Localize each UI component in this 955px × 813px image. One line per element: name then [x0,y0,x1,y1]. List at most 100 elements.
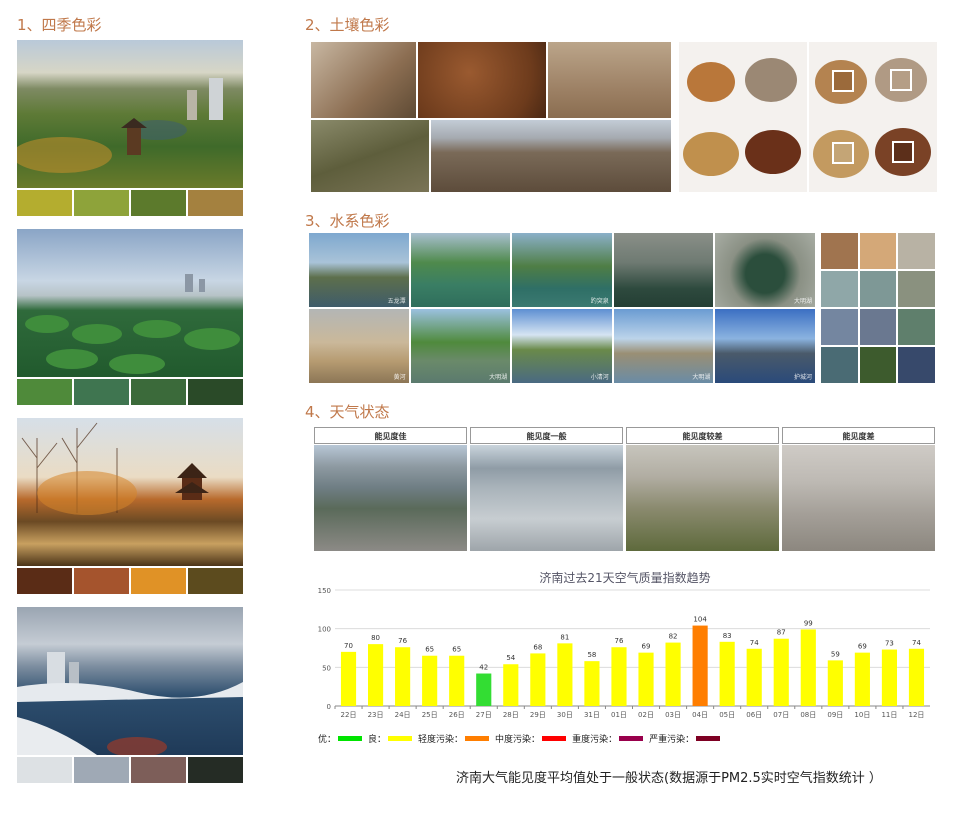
bar [584,661,600,706]
legend-swatch [465,736,490,741]
x-tick-label: 22日 [341,711,357,719]
bar-value-label: 74 [750,639,759,647]
color-swatch [131,190,186,216]
water-caption: 趵突泉 [590,298,609,305]
x-tick-label: 23日 [368,711,384,719]
water-photo: 大明湖 [410,309,511,383]
color-swatch [188,379,243,405]
bar [395,647,411,706]
legend-item: 严重污染： [649,732,721,745]
bar-value-label: 54 [506,654,515,662]
x-tick-label: 24日 [395,711,411,719]
water-photo: 小清河 [512,309,612,383]
color-swatch [188,190,243,216]
bar-value-label: 65 [425,646,434,654]
x-tick-label: 10日 [854,711,870,719]
soil-photo-4 [311,120,429,192]
color-swatch [859,309,897,345]
visibility-label-bad: 能见度差 [782,427,935,444]
bar [503,664,519,706]
water-photo: 黄河 [309,309,409,383]
color-swatch [131,379,186,405]
weather-section-title: 4、天气状态 [305,403,390,421]
bar-value-label: 70 [344,642,353,650]
water-photo-grid: 五龙潭 趵突泉 大明湖 黄河 大明湖 小清河 大明湖 护城河 [309,233,815,383]
bar [746,648,762,706]
soil-color-sample [832,142,854,164]
water-caption: 黄河 [393,374,406,381]
color-swatch [898,271,935,307]
color-swatch [131,568,186,594]
color-swatch [17,757,72,783]
bar [638,652,654,706]
water-photo: 护城河 [715,309,815,383]
color-swatch [898,309,935,345]
water-caption: 五龙潭 [387,298,406,305]
soil-photo-5 [431,120,671,192]
y-tick-label: 150 [318,587,331,595]
soil-pixel-samples [809,42,937,192]
summer-photo [17,229,243,377]
x-tick-label: 26日 [449,711,465,719]
x-tick-label: 12日 [909,711,925,719]
soil-section-title: 2、土壤色彩 [305,16,390,34]
legend-item: 轻度污染： [418,732,490,745]
chart-legend: 优： 良： 轻度污染： 中度污染： 重度污染： 严重污染： [318,732,726,745]
legend-swatch [338,736,363,741]
color-swatch [188,568,243,594]
legend-label: 中度污染： [495,735,541,745]
x-tick-label: 07日 [773,711,789,719]
water-photo: 趵突泉 [512,233,612,307]
season-section-title: 1、四季色彩 [17,16,102,34]
bar-value-label: 81 [560,633,569,641]
legend-swatch [388,736,413,741]
water-caption: 大明湖 [692,374,711,381]
winter-swatches [17,757,243,783]
color-swatch [17,568,72,594]
bar-value-label: 74 [912,639,921,647]
color-swatch [821,271,858,307]
soil-photo-2 [418,42,546,118]
bar [476,673,492,706]
bar [773,638,789,706]
visibility-photo-bad [782,445,935,551]
bar [422,655,438,706]
visibility-label-good: 能见度佳 [314,427,467,444]
bar-value-label: 76 [398,637,407,645]
x-tick-label: 27日 [476,711,492,719]
bar [557,643,573,706]
x-tick-label: 03日 [665,711,681,719]
legend-label: 严重污染： [649,735,695,745]
color-swatch [821,347,858,383]
bar-value-label: 82 [669,633,678,641]
soil-samples-photo [679,42,807,192]
legend-label: 重度污染： [572,735,618,745]
color-swatch [131,757,186,783]
bar-value-label: 83 [723,632,732,640]
color-swatch [17,379,72,405]
color-swatch [859,347,897,383]
visibility-label-average: 能见度一般 [470,427,623,444]
visibility-label-poor: 能见度较差 [626,427,779,444]
bar [827,660,843,706]
legend-item: 重度污染： [572,732,644,745]
x-tick-label: 06日 [746,711,762,719]
bar-value-label: 76 [615,637,624,645]
y-tick-label: 50 [322,664,331,672]
bar [665,642,681,706]
bar [340,651,357,706]
color-swatch [74,757,129,783]
color-swatch [859,271,897,307]
water-section-title: 3、水系色彩 [305,212,390,230]
bar-value-label: 73 [885,640,894,648]
soil-color-sample [892,141,914,163]
x-tick-label: 04日 [692,711,708,719]
visibility-photo-good [314,445,467,551]
bar-value-label: 69 [858,643,867,651]
color-swatch [74,568,129,594]
bar-value-label: 58 [587,651,596,659]
water-swatch-grid [821,233,935,383]
x-tick-label: 01日 [611,711,627,719]
legend-label: 良： [368,735,387,745]
water-caption: 大明湖 [489,374,508,381]
